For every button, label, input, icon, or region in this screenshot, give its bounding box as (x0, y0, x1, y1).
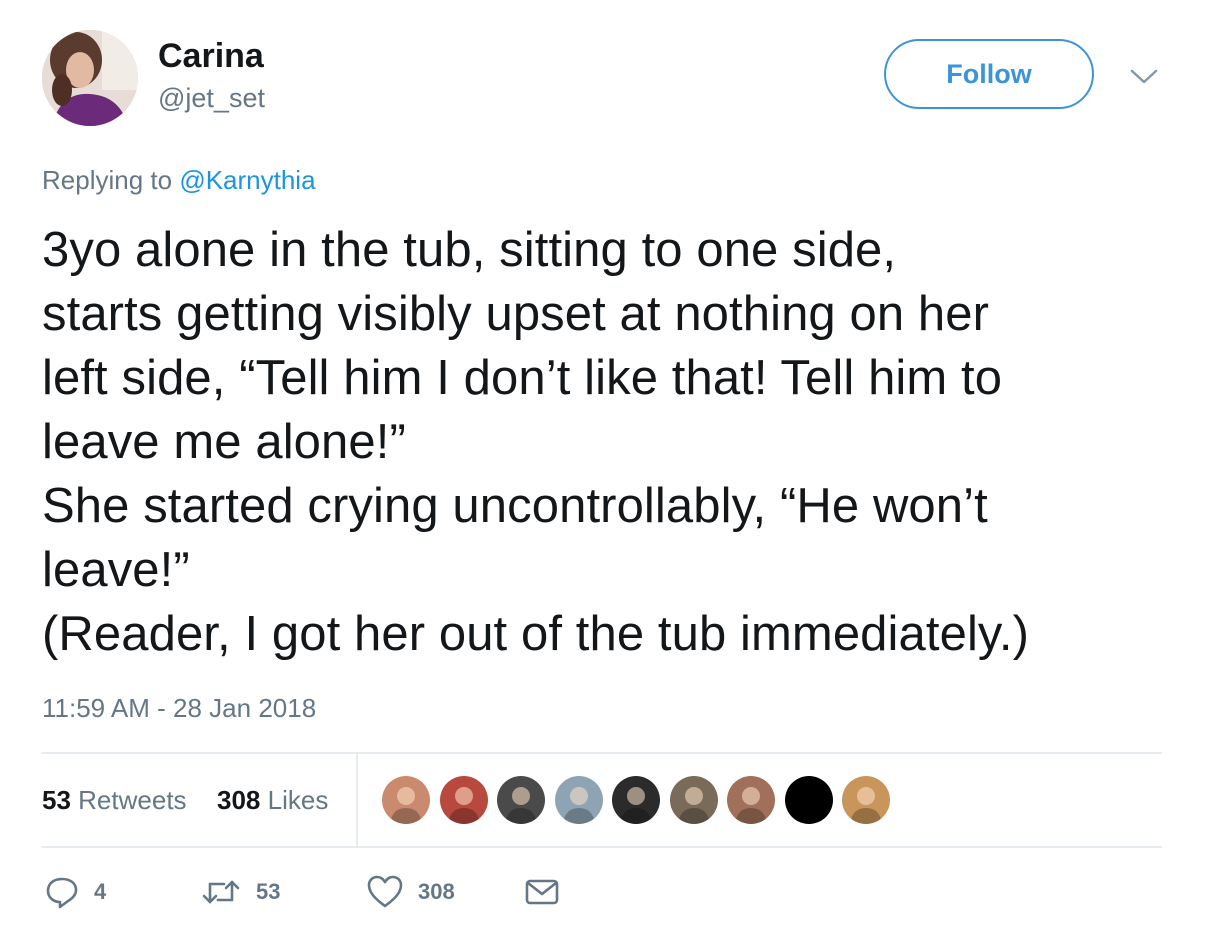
avatar-photo-icon (447, 787, 480, 824)
reply-mention-link[interactable]: @Karnythia (179, 165, 315, 195)
likes-label: Likes (267, 785, 329, 815)
tweet-text-line: (Reader, I got her out of the tub immedi… (42, 607, 1030, 661)
liker-avatar-5[interactable] (612, 776, 660, 824)
tweet-text-line: leave me alone!” (42, 415, 406, 469)
tweet-text-line: left side, “Tell him I don’t like that! … (42, 351, 1003, 405)
tweet-timestamp[interactable]: 11:59 AM - 28 Jan 2018 (42, 692, 316, 724)
tweet-text-line: 3yo alone in the tub, sitting to one sid… (42, 223, 897, 277)
reply-icon (46, 877, 78, 909)
replying-to: Replying to @Karnythia (42, 164, 316, 196)
liker-avatar-9[interactable] (842, 776, 890, 824)
author-avatar[interactable] (42, 30, 138, 126)
avatar-photo-icon (677, 787, 710, 824)
retweets-label: Retweets (78, 785, 187, 815)
liker-avatar-1[interactable] (382, 776, 430, 824)
avatar-photo-icon (562, 787, 595, 824)
liker-avatar-3[interactable] (497, 776, 545, 824)
envelope-icon (525, 879, 559, 905)
author-display-name[interactable]: Carina (158, 36, 264, 76)
tweet-text-line: starts getting visibly upset at nothing … (42, 287, 990, 341)
retweets-count: 53 (42, 785, 71, 815)
avatar-photo-icon (850, 787, 882, 824)
avatar-photo-icon (785, 776, 833, 824)
more-options-button[interactable] (1126, 62, 1162, 92)
stats-divider (356, 754, 358, 846)
tweet-text: 3yo alone in the tub, sitting to one sid… (42, 218, 1182, 666)
author-handle[interactable]: @jet_set (158, 82, 265, 114)
liker-avatar-4[interactable] (554, 776, 603, 824)
direct-message-button[interactable] (524, 872, 560, 912)
liker-avatar-7[interactable] (727, 776, 775, 824)
heart-icon (367, 875, 403, 908)
like-button[interactable]: 308 (366, 872, 455, 912)
tweet-text-line: She started crying uncontrollably, “He w… (42, 479, 988, 533)
reply-count: 4 (94, 879, 107, 904)
avatar-photo-icon (390, 787, 422, 824)
reply-button[interactable]: 4 (44, 872, 106, 912)
chevron-down-icon (1130, 69, 1158, 84)
like-count: 308 (418, 879, 455, 904)
retweet-count: 53 (256, 879, 281, 904)
avatar-photo-icon (735, 787, 767, 824)
retweets-stat[interactable]: 53 Retweets (42, 784, 187, 816)
avatar-photo-icon (505, 787, 537, 824)
user-avatar-photo-icon (42, 30, 138, 126)
replying-to-label: Replying to (42, 165, 173, 195)
tweet-card: Carina @jet_set Follow Replying to @Karn… (0, 0, 1208, 948)
tweet-text-line: leave!” (42, 543, 190, 597)
liker-avatar-2[interactable] (439, 776, 488, 824)
tweet-stats: 53 Retweets 308 Likes (42, 754, 1162, 846)
likes-count: 308 (217, 785, 261, 815)
avatar-photo-icon (620, 787, 652, 824)
retweet-button[interactable]: 53 (200, 872, 280, 912)
retweet-icon (202, 880, 240, 904)
follow-button[interactable]: Follow (884, 39, 1094, 109)
liker-avatar-8[interactable] (784, 776, 833, 824)
divider (42, 846, 1162, 848)
liker-avatar-6[interactable] (669, 776, 718, 824)
likes-stat[interactable]: 308 Likes (217, 784, 328, 816)
